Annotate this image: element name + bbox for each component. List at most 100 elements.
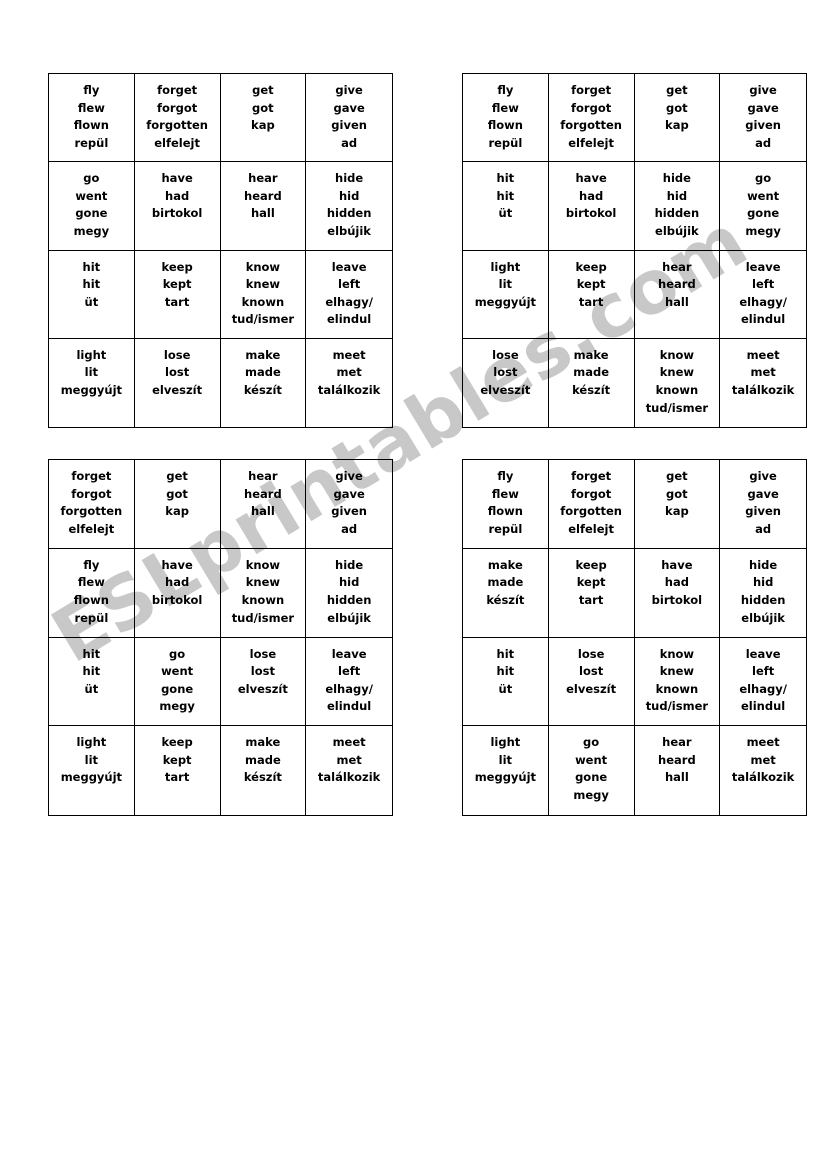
bingo-cell[interactable]: hide hid hidden elbújik <box>720 549 806 638</box>
verb-base: go <box>583 735 600 750</box>
bingo-cell[interactable]: give gave given ad <box>720 74 806 163</box>
bingo-cell[interactable]: light lit meggyújt <box>49 726 135 815</box>
verb-form: met <box>750 365 776 380</box>
verb-base: hear <box>248 171 278 186</box>
bingo-cell[interactable]: get got kap <box>634 460 721 549</box>
verb-translation: megy <box>159 699 195 714</box>
bingo-cell[interactable]: light lit meggyújt <box>49 338 135 427</box>
bingo-cell[interactable]: fly flew flown repül <box>463 460 549 549</box>
bingo-cell[interactable]: make made készít <box>549 338 635 427</box>
bingo-cell[interactable]: leave left elhagy/elindul <box>306 638 392 727</box>
bingo-cell[interactable]: keep kept tart <box>548 548 635 638</box>
bingo-cell[interactable]: lose lost elveszít <box>220 637 307 727</box>
bingo-cell[interactable]: meet met találkozik <box>720 339 806 427</box>
verb-base: fly <box>497 469 514 483</box>
bingo-cell[interactable]: make made készít <box>463 548 549 638</box>
bingo-cell[interactable]: know knew known tud/ismer <box>634 637 721 727</box>
verb-form: hid <box>338 188 360 203</box>
verb-form: flown <box>487 504 523 519</box>
bingo-cell[interactable]: hit hit üt <box>49 637 135 727</box>
bingo-cell[interactable]: hit hit üt <box>463 637 549 727</box>
verb-translation: elbújik <box>327 224 371 239</box>
bingo-cell[interactable]: forget forgot forgotten elfelejt <box>49 460 135 549</box>
verb-translation: üt <box>498 681 513 696</box>
verb-translation: elfelejt <box>68 521 115 536</box>
verb-form: given <box>331 118 367 133</box>
bingo-card-3-grid: forget forgot forgotten elfelejt get got kap he… <box>49 460 392 815</box>
bingo-cell[interactable]: hear heard hall <box>220 460 307 549</box>
bingo-cell[interactable]: give gave given ad <box>306 460 392 549</box>
bingo-cell[interactable]: lose lost elveszít <box>548 637 635 727</box>
verb-form: hit <box>82 664 101 679</box>
bingo-cell[interactable]: hear heard hall <box>220 162 307 251</box>
verb-form: had <box>664 575 689 590</box>
bingo-cell[interactable]: know knew known tud/ismer <box>635 338 721 427</box>
verb-translation: birtokol <box>565 206 617 221</box>
verb-base: meet <box>746 735 780 750</box>
bingo-cell[interactable]: forget forgot forgotten elfelejt <box>548 460 635 549</box>
verb-form: kept <box>576 575 606 590</box>
bingo-cell[interactable]: meet met találkozik <box>720 726 806 815</box>
bingo-cell[interactable]: keep kept tart <box>135 726 221 815</box>
verb-translation: találkozik <box>731 770 795 785</box>
bingo-cell[interactable]: keep kept tart <box>548 250 635 339</box>
bingo-card-4: fly flew flown repül forget forgot forgotten el… <box>462 459 807 816</box>
bingo-cell[interactable]: know knew known tud/ismer <box>220 548 307 638</box>
verb-form: went <box>575 752 608 767</box>
verb-translation: hall <box>250 504 275 519</box>
bingo-cell[interactable]: get got kap <box>134 460 221 549</box>
bingo-cell[interactable]: leave left elhagy/elindul <box>306 251 392 339</box>
bingo-cell[interactable]: meet met találkozik <box>306 339 392 427</box>
bingo-cell[interactable]: get got kap <box>634 74 721 163</box>
verb-form: gone <box>575 770 608 785</box>
bingo-cell[interactable]: lose lost elveszít <box>463 338 549 427</box>
bingo-cell[interactable]: fly flew flown repül <box>463 74 549 163</box>
verb-form: gone <box>161 681 194 696</box>
bingo-cell[interactable]: light lit meggyújt <box>463 250 549 339</box>
bingo-cell[interactable]: hear heard hall <box>634 250 721 339</box>
bingo-cell[interactable]: keep kept tart <box>134 250 221 339</box>
verb-base: forget <box>571 469 612 483</box>
bingo-cell[interactable]: fly flew flown repül <box>49 74 135 163</box>
bingo-cell[interactable]: hit hit üt <box>49 250 135 339</box>
bingo-cell[interactable]: forget forgot forgotten elfelejt <box>134 74 221 163</box>
bingo-cell[interactable]: make made készít <box>221 726 307 815</box>
bingo-cell[interactable]: hear heard hall <box>635 726 721 815</box>
verb-base: know <box>245 557 281 572</box>
bingo-cell[interactable]: go went gone megy <box>49 162 135 251</box>
verb-form: got <box>166 486 188 501</box>
verb-form: hid <box>666 188 688 203</box>
bingo-cell[interactable]: meet met találkozik <box>306 726 392 815</box>
bingo-cell[interactable]: have had birtokol <box>548 162 635 251</box>
verb-translation: birtokol <box>651 592 703 607</box>
bingo-cell[interactable]: give gave given ad <box>306 74 392 163</box>
bingo-cell[interactable]: know knew known tud/ismer <box>220 250 307 339</box>
bingo-cell[interactable]: light lit meggyújt <box>463 726 549 815</box>
verb-translation: készít <box>572 382 611 397</box>
bingo-cell[interactable]: forget forgot forgotten elfelejt <box>548 74 635 163</box>
bingo-cell[interactable]: go went gone megy <box>134 637 221 727</box>
verb-translation: meggyújt <box>60 770 123 785</box>
bingo-cell[interactable]: hit hit üt <box>463 162 549 251</box>
bingo-cell[interactable]: get got kap <box>220 74 307 163</box>
bingo-cell[interactable]: hide hid hidden elbújik <box>634 162 721 251</box>
verb-base: have <box>575 171 607 186</box>
verb-form: known <box>655 382 699 397</box>
verb-base: go <box>755 171 772 186</box>
bingo-cell[interactable]: give gave given ad <box>720 460 806 549</box>
bingo-cell[interactable]: go went gone megy <box>549 726 635 815</box>
verb-form: met <box>336 365 362 380</box>
bingo-cell[interactable]: make made készít <box>221 338 307 427</box>
bingo-cell[interactable]: go went gone megy <box>720 162 806 251</box>
bingo-cell[interactable]: lose lost elveszít <box>135 338 221 427</box>
verb-base: hide <box>662 171 691 186</box>
bingo-cell[interactable]: leave left elhagy/elindul <box>720 638 806 727</box>
bingo-cell[interactable]: have had birtokol <box>134 548 221 638</box>
bingo-cell[interactable]: hide hid hidden elbújik <box>306 162 392 251</box>
verb-translation: ad <box>341 135 358 150</box>
bingo-cell[interactable]: leave left elhagy/elindul <box>720 251 806 339</box>
bingo-cell[interactable]: have had birtokol <box>634 548 721 638</box>
bingo-cell[interactable]: fly flew flown repül <box>49 548 135 638</box>
bingo-cell[interactable]: hide hid hidden elbújik <box>306 549 392 638</box>
bingo-cell[interactable]: have had birtokol <box>134 162 221 251</box>
